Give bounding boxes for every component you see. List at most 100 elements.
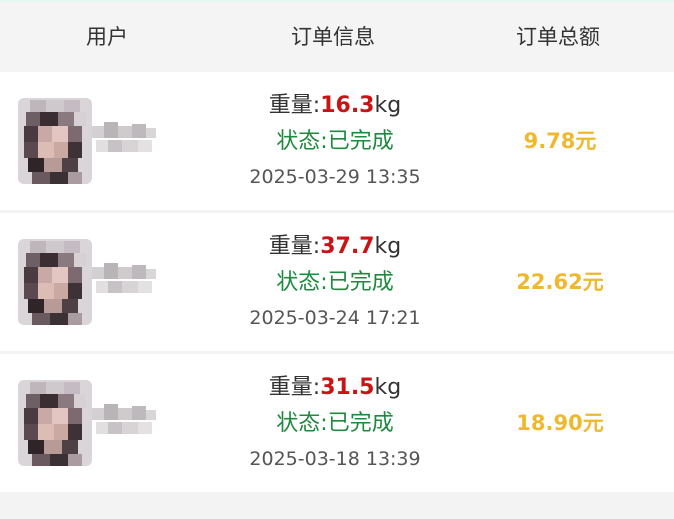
avatar-mosaic-block [68,142,82,158]
weight-value: 16.3 [320,93,375,118]
avatar-mosaic-block [30,100,46,112]
avatar-mosaic-block [38,126,52,142]
username-mosaic-block [138,422,152,434]
username-mosaic-block [104,404,118,420]
avatar-mosaic-block [30,241,46,253]
avatar-mosaic-block [46,241,64,253]
username-mosaic-block [132,124,146,138]
user-cell[interactable] [18,239,158,325]
username-mosaic-block [132,406,146,420]
weight-label: 重量: [268,93,321,118]
avatar-mosaic-block [24,267,38,283]
avatar-mosaic-block [24,424,38,440]
order-info: 重量:16.3kg 状态:已完成 2025-03-29 13:35 [210,88,460,194]
avatar-mosaic-block [32,313,50,325]
order-info: 重量:37.7kg 状态:已完成 2025-03-24 17:21 [210,229,460,335]
header-order-info: 订单信息 [291,25,375,49]
username-mosaic-block [122,281,138,293]
username-mosaic-block [108,422,122,434]
avatar-mosaic-block [26,253,40,267]
user-cell[interactable] [18,380,158,466]
username-mosaic-block [96,140,108,152]
avatar-mosaic-block [46,382,64,394]
username-mosaic-block [96,281,108,293]
order-total: 9.78元 [523,129,597,153]
header-user: 用户 [86,25,128,49]
status-text: 状态:已完成 [276,270,394,295]
avatar-mosaic-block [68,126,82,142]
weight-line: 重量:37.7kg [210,229,460,265]
avatar-mosaic-block [32,172,50,184]
avatar-mosaic-block [68,313,82,325]
weight-label: 重量: [268,234,321,259]
order-time: 2025-03-24 17:21 [249,307,421,329]
username-mosaic-block [146,410,156,420]
username-mosaic-block [118,408,132,420]
avatar-mosaic-block [74,112,86,126]
order-list: 重量:16.3kg 状态:已完成 2025-03-29 13:35 9.78元 … [0,72,674,495]
avatar-mosaic-block [24,126,38,142]
username-mosaic-block [146,128,156,138]
table-header: 用户 订单信息 订单总额 [0,2,674,72]
username-mosaic-block [92,408,104,420]
weight-unit: kg [374,93,402,118]
avatar-mosaic-block [38,424,54,440]
username-mosaic-block [92,126,104,138]
username-mosaic-block [118,126,132,138]
avatar-mosaic-block [38,283,54,299]
avatar-mosaic-block [62,440,78,454]
avatar-mosaic-block [24,283,38,299]
avatar-mosaic-block [64,241,80,253]
avatar-mosaic-block [52,408,68,424]
order-total: 18.90元 [516,411,604,435]
avatar-mosaic-block [62,299,78,313]
avatar-mosaic-block [68,283,82,299]
avatar-mosaic-block [58,394,74,408]
avatar-mosaic-block [54,424,68,440]
username-mosaic-block [146,269,156,279]
avatar-mosaic-block [38,408,52,424]
avatar-mosaic-block [24,142,38,158]
avatar-mosaic-block [52,126,68,142]
username-blurred [92,402,158,442]
avatar-mosaic-block [74,394,86,408]
avatar-mosaic-block [28,299,44,313]
avatar-mosaic-block [68,454,82,466]
avatar-mosaic-block [30,382,46,394]
order-row[interactable]: 重量:16.3kg 状态:已完成 2025-03-29 13:35 9.78元 [0,72,674,210]
weight-line: 重量:31.5kg [210,370,460,406]
avatar-mosaic-block [38,267,52,283]
avatar-mosaic-block [44,158,62,172]
avatar-mosaic-block [58,112,74,126]
avatar-mosaic-block [68,408,82,424]
order-time: 2025-03-29 13:35 [249,166,421,188]
status-text: 状态:已完成 [276,129,394,154]
avatar-mosaic-block [68,424,82,440]
username-mosaic-block [138,281,152,293]
avatar [18,98,92,184]
avatar-mosaic-block [50,172,68,184]
order-row[interactable]: 重量:31.5kg 状态:已完成 2025-03-18 13:39 18.90元 [0,354,674,492]
avatar-mosaic-block [26,394,40,408]
user-cell[interactable] [18,98,158,184]
status-text: 状态:已完成 [276,411,394,436]
avatar-mosaic-block [68,172,82,184]
weight-label: 重量: [268,375,321,400]
order-time: 2025-03-18 13:39 [249,448,421,470]
order-total: 22.62元 [516,270,604,294]
avatar-mosaic-block [46,100,64,112]
order-info: 重量:31.5kg 状态:已完成 2025-03-18 13:39 [210,370,460,476]
avatar-mosaic-block [64,100,80,112]
avatar-mosaic-block [38,142,54,158]
username-blurred [92,120,158,160]
avatar-mosaic-block [74,253,86,267]
username-mosaic-block [104,122,118,138]
avatar [18,380,92,466]
avatar-mosaic-block [68,267,82,283]
username-blurred [92,261,158,301]
order-row[interactable]: 重量:37.7kg 状态:已完成 2025-03-24 17:21 22.62元 [0,213,674,351]
username-mosaic-block [138,140,152,152]
avatar-mosaic-block [52,267,68,283]
avatar-mosaic-block [50,454,68,466]
header-order-total: 订单总额 [516,25,600,49]
